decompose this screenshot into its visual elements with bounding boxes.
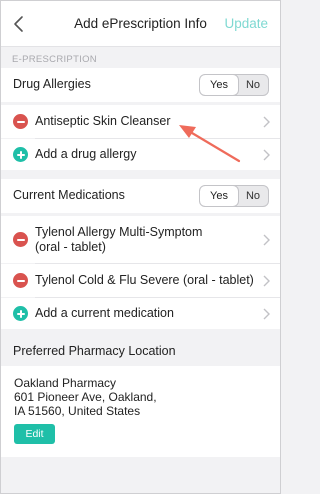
add-allergy-label: Add a drug allergy [35,147,137,161]
remove-medication-icon[interactable] [13,232,28,247]
plus-circle-icon[interactable] [13,306,28,321]
update-button[interactable]: Update [224,16,268,31]
drug-allergies-row: Drug Allergies Yes No [1,68,280,102]
remove-medication-icon[interactable] [13,273,28,288]
drug-allergies-toggle[interactable]: Yes No [199,74,269,96]
pharmacy-address-line1: 601 Pioneer Ave, Oakland, [14,390,157,404]
chevron-right-icon [263,149,270,161]
eprescription-screen: Add ePrescription Info Update E-PRESCRIP… [0,0,281,494]
chevron-right-icon [263,234,270,246]
medication-form: (oral - tablet) [35,240,106,254]
toggle-yes-option[interactable]: Yes [200,186,238,206]
allergy-item-text: Antiseptic Skin Cleanser [35,114,171,128]
drug-allergies-label: Drug Allergies [13,77,91,91]
medication-name: Tylenol Allergy Multi-Symptom [35,225,203,239]
add-allergy-row[interactable]: Add a drug allergy [1,139,280,170]
pharmacy-header-row: Preferred Pharmacy Location [1,336,280,365]
current-medications-toggle[interactable]: Yes No [199,185,269,207]
chevron-right-icon [263,308,270,320]
add-medication-label: Add a current medication [35,306,174,320]
plus-circle-icon[interactable] [13,147,28,162]
pharmacy-address: Oakland Pharmacy 601 Pioneer Ave, Oaklan… [14,376,157,418]
toggle-yes-option[interactable]: Yes [200,75,238,95]
current-medications-label: Current Medications [13,188,125,202]
toggle-no-option[interactable]: No [238,75,268,95]
chevron-right-icon [263,275,270,287]
toggle-no-option[interactable]: No [238,186,268,206]
medication-item-row[interactable]: Tylenol Allergy Multi-Symptom (oral - ta… [1,216,280,263]
medication-item-text: Tylenol Allergy Multi-Symptom (oral - ta… [35,225,202,255]
add-medication-row[interactable]: Add a current medication [1,298,280,329]
pharmacy-header: Preferred Pharmacy Location [13,344,176,358]
remove-allergy-icon[interactable] [13,114,28,129]
chevron-right-icon [263,116,270,128]
medication-item-row[interactable]: Tylenol Cold & Flu Severe (oral - tablet… [1,264,280,297]
allergy-item-row[interactable]: Antiseptic Skin Cleanser [1,105,280,138]
pharmacy-address-line2: IA 51560, United States [14,404,141,418]
current-medications-row: Current Medications Yes No [1,179,280,213]
section-caption: E-PRESCRIPTION [12,54,97,65]
medication-item-text: Tylenol Cold & Flu Severe (oral - tablet… [35,273,254,287]
edit-pharmacy-button[interactable]: Edit [14,424,55,444]
pharmacy-name: Oakland Pharmacy [14,376,117,390]
nav-bar: Add ePrescription Info Update [1,1,280,47]
